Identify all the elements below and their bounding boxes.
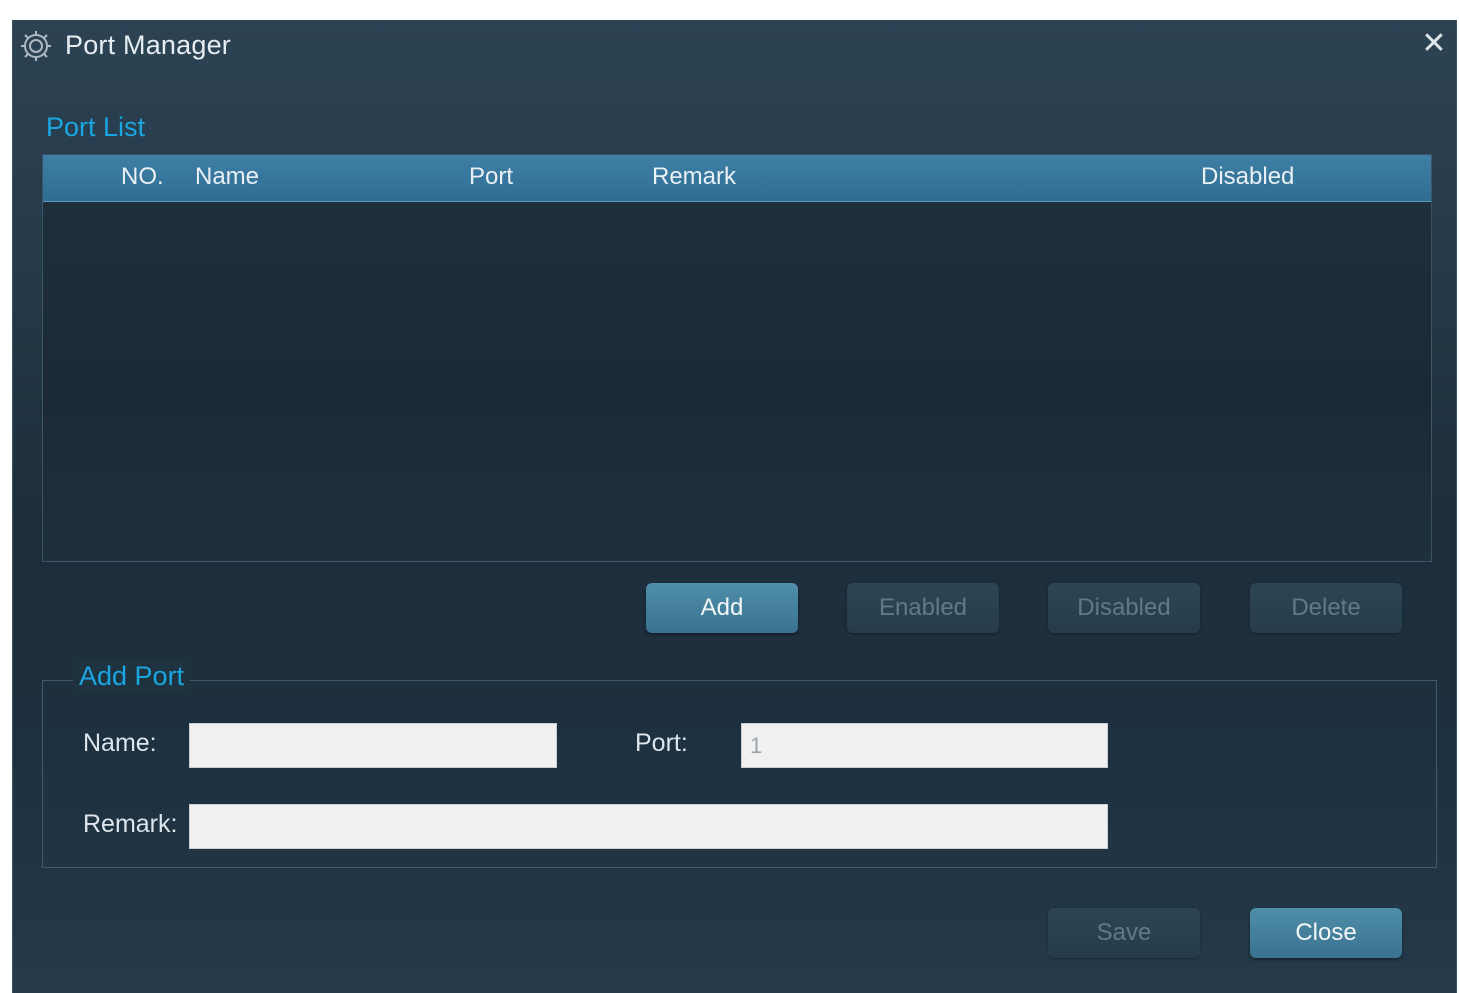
save-button[interactable]: Save [1048,908,1200,958]
close-icon[interactable]: ✕ [1418,28,1450,60]
name-label: Name: [83,729,157,757]
column-header-name[interactable]: Name [195,163,259,191]
port-input[interactable]: 1 [741,723,1108,768]
delete-button[interactable]: Delete [1250,583,1402,633]
table-header: NO. Name Port Remark Disabled [43,155,1431,202]
column-header-remark[interactable]: Remark [652,163,736,191]
remark-label: Remark: [83,810,178,838]
column-header-port[interactable]: Port [469,163,513,191]
disabled-button[interactable]: Disabled [1048,583,1200,633]
close-button[interactable]: Close [1250,908,1402,958]
remark-input[interactable] [189,804,1108,849]
add-port-title: Add Port [73,661,191,692]
port-label: Port: [635,729,688,757]
name-input[interactable] [189,723,557,768]
port-list-table[interactable]: NO. Name Port Remark Disabled [42,154,1432,562]
column-header-disabled[interactable]: Disabled [1201,163,1294,191]
port-list-title: Port List [46,112,146,142]
add-button[interactable]: Add [646,583,798,633]
enabled-button[interactable]: Enabled [847,583,999,633]
column-header-no[interactable]: NO. [121,163,164,191]
title-bar: Port Manager ✕ [13,20,1456,76]
port-manager-window: Port Manager ✕ Port List NO. Name Port R… [12,20,1457,993]
gear-icon [19,29,53,63]
window-title: Port Manager [65,30,231,60]
